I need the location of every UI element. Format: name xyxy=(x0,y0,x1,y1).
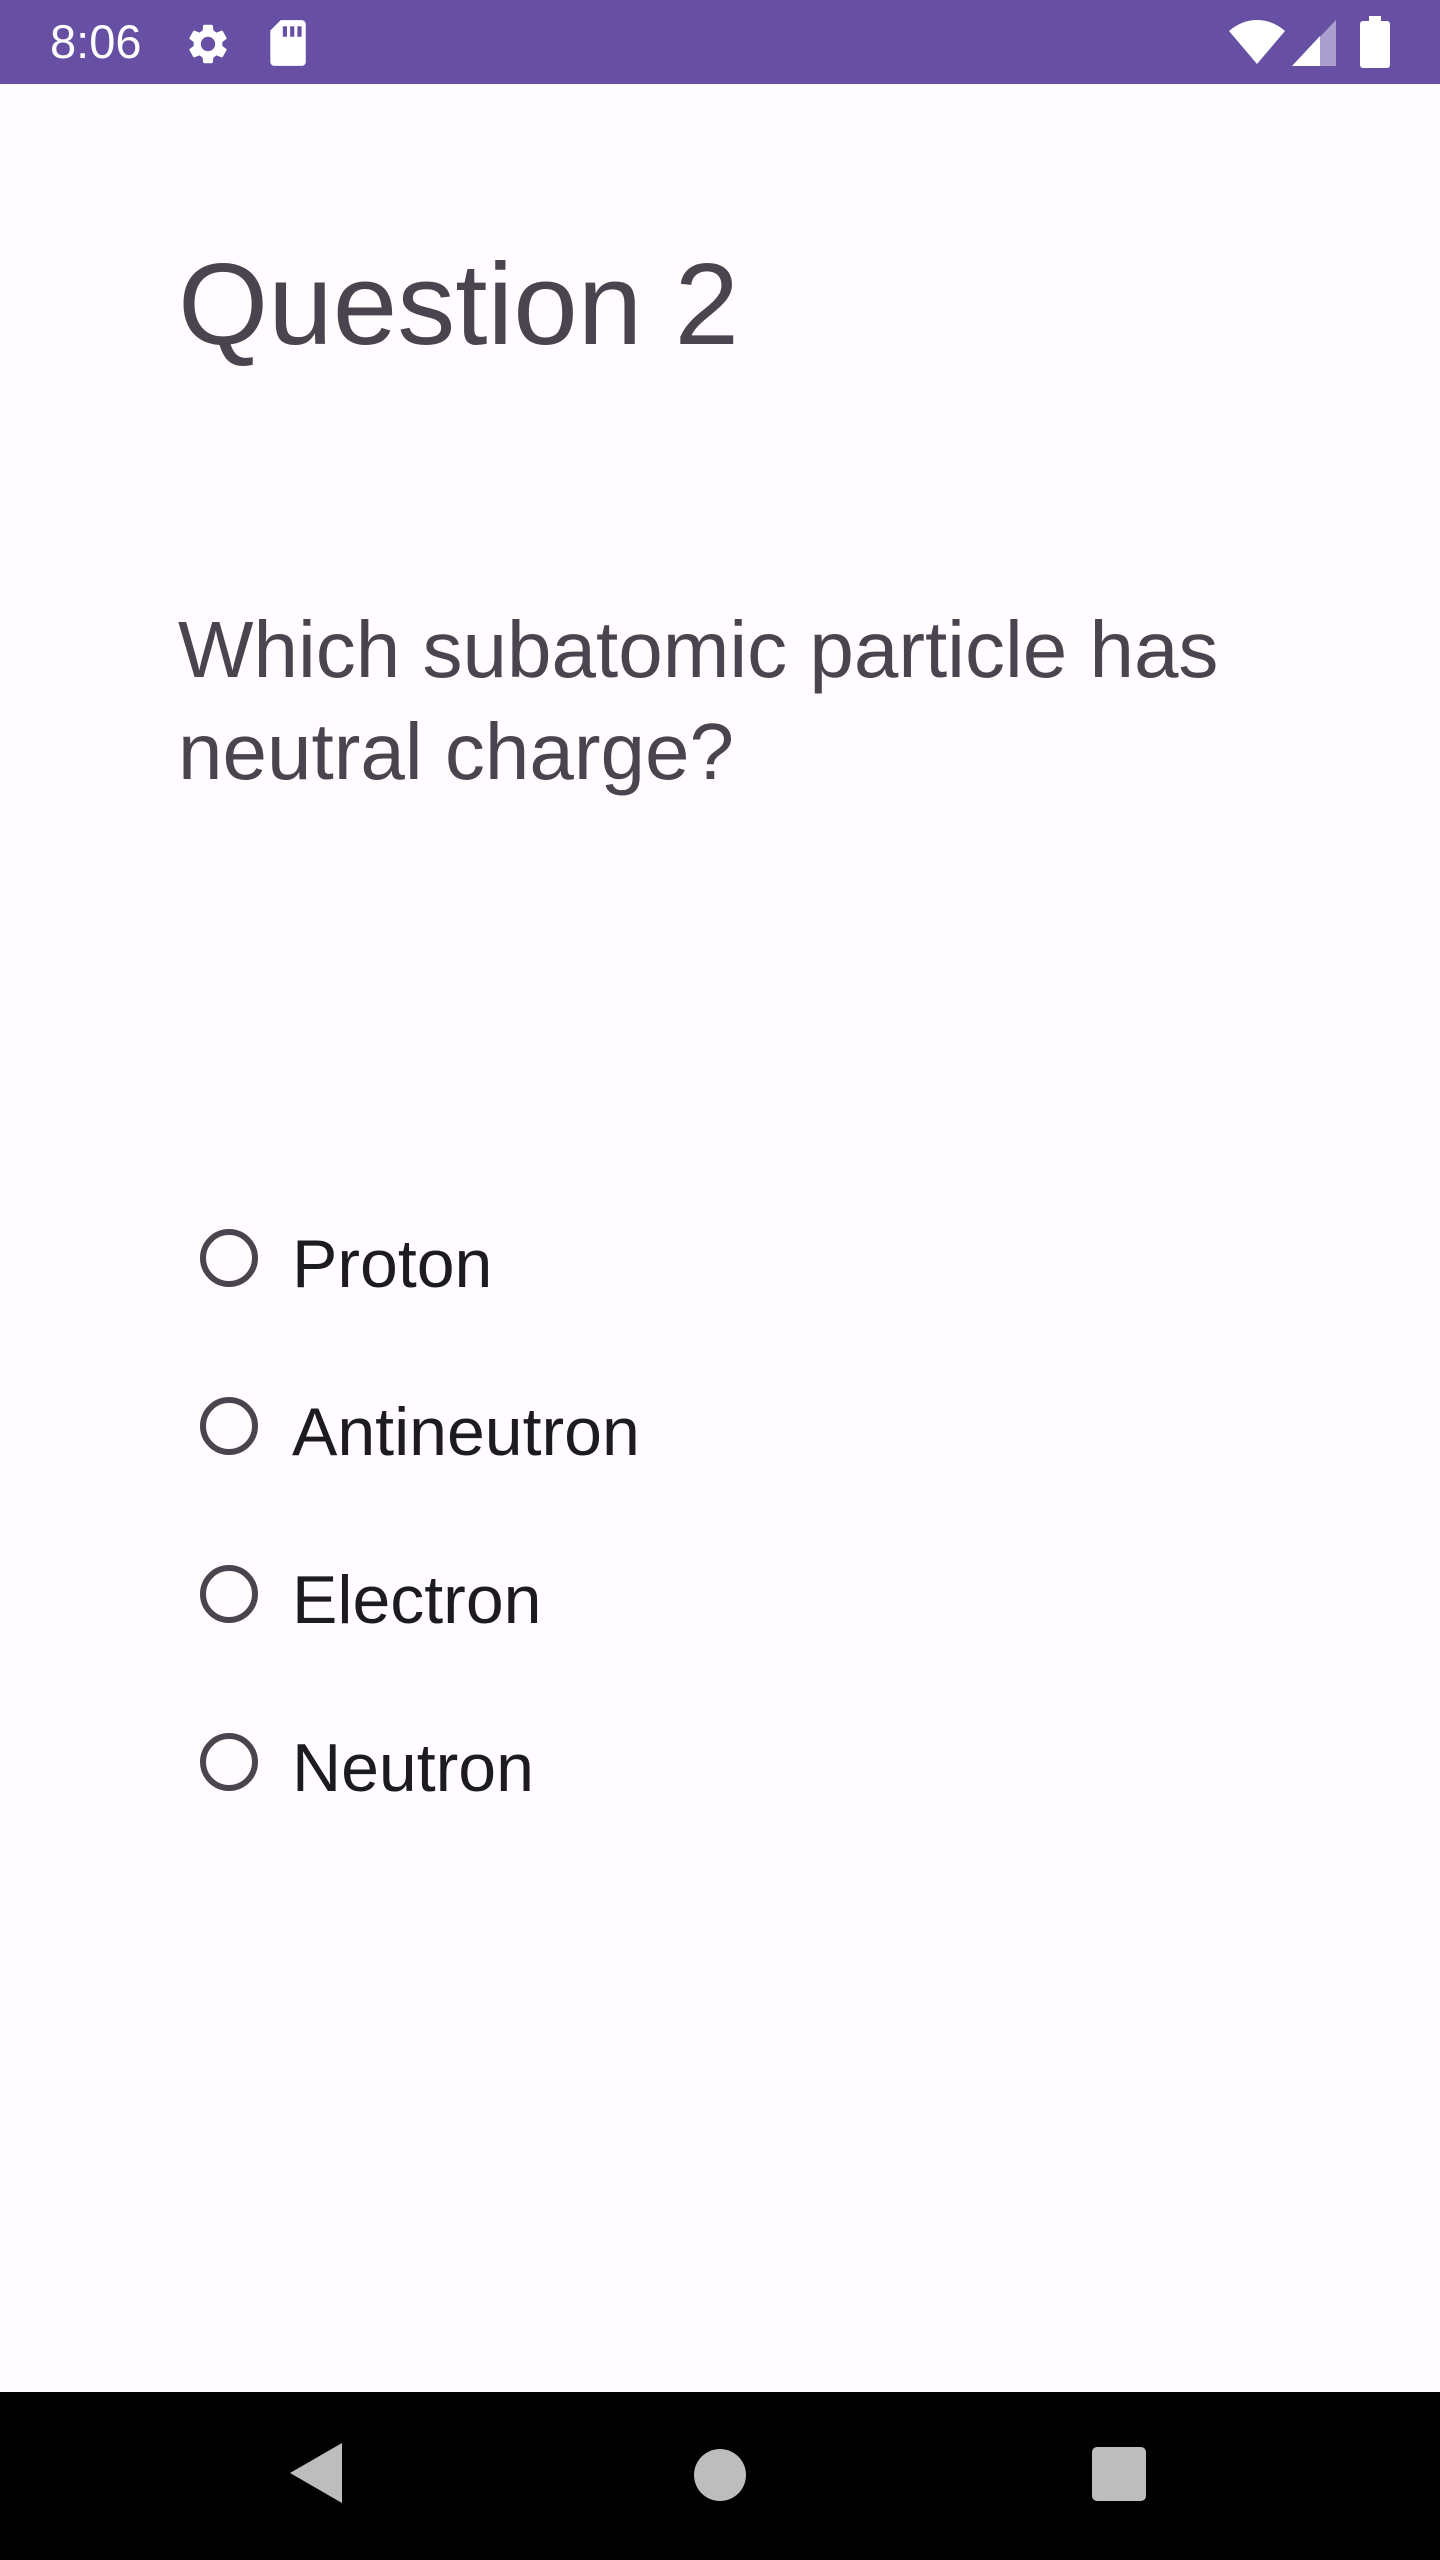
option-neutron[interactable]: Neutron xyxy=(178,1684,1078,1852)
home-icon[interactable] xyxy=(694,2449,746,2501)
cellular-signal-icon xyxy=(1292,20,1336,66)
quiz-screen: Question 2 Which subatomic particle has … xyxy=(0,84,1440,2392)
answer-options: Proton Antineutron Electron Neutron xyxy=(178,1180,1078,1852)
wifi-icon xyxy=(1229,20,1285,64)
option-antineutron[interactable]: Antineutron xyxy=(178,1348,1078,1516)
recents-icon[interactable] xyxy=(1092,2447,1146,2501)
option-label[interactable]: Neutron xyxy=(292,1728,534,1808)
radio-button-icon[interactable] xyxy=(200,1733,258,1791)
option-label[interactable]: Electron xyxy=(292,1560,541,1640)
option-label[interactable]: Antineutron xyxy=(292,1392,640,1472)
radio-button-icon[interactable] xyxy=(200,1229,258,1287)
sd-card-icon xyxy=(270,20,306,66)
status-bar: 8:06 xyxy=(0,0,1440,84)
option-proton[interactable]: Proton xyxy=(178,1180,1078,1348)
battery-icon xyxy=(1360,16,1390,68)
option-electron[interactable]: Electron xyxy=(178,1516,1078,1684)
navigation-bar xyxy=(0,2392,1440,2560)
radio-button-icon[interactable] xyxy=(200,1397,258,1455)
settings-icon xyxy=(189,24,227,64)
radio-button-icon[interactable] xyxy=(200,1565,258,1623)
question-text: Which subatomic particle has neutral cha… xyxy=(178,605,1219,796)
option-label[interactable]: Proton xyxy=(292,1224,492,1304)
question-title: Question 2 xyxy=(178,239,740,369)
status-time: 8:06 xyxy=(50,15,142,68)
back-icon[interactable] xyxy=(290,2443,342,2503)
